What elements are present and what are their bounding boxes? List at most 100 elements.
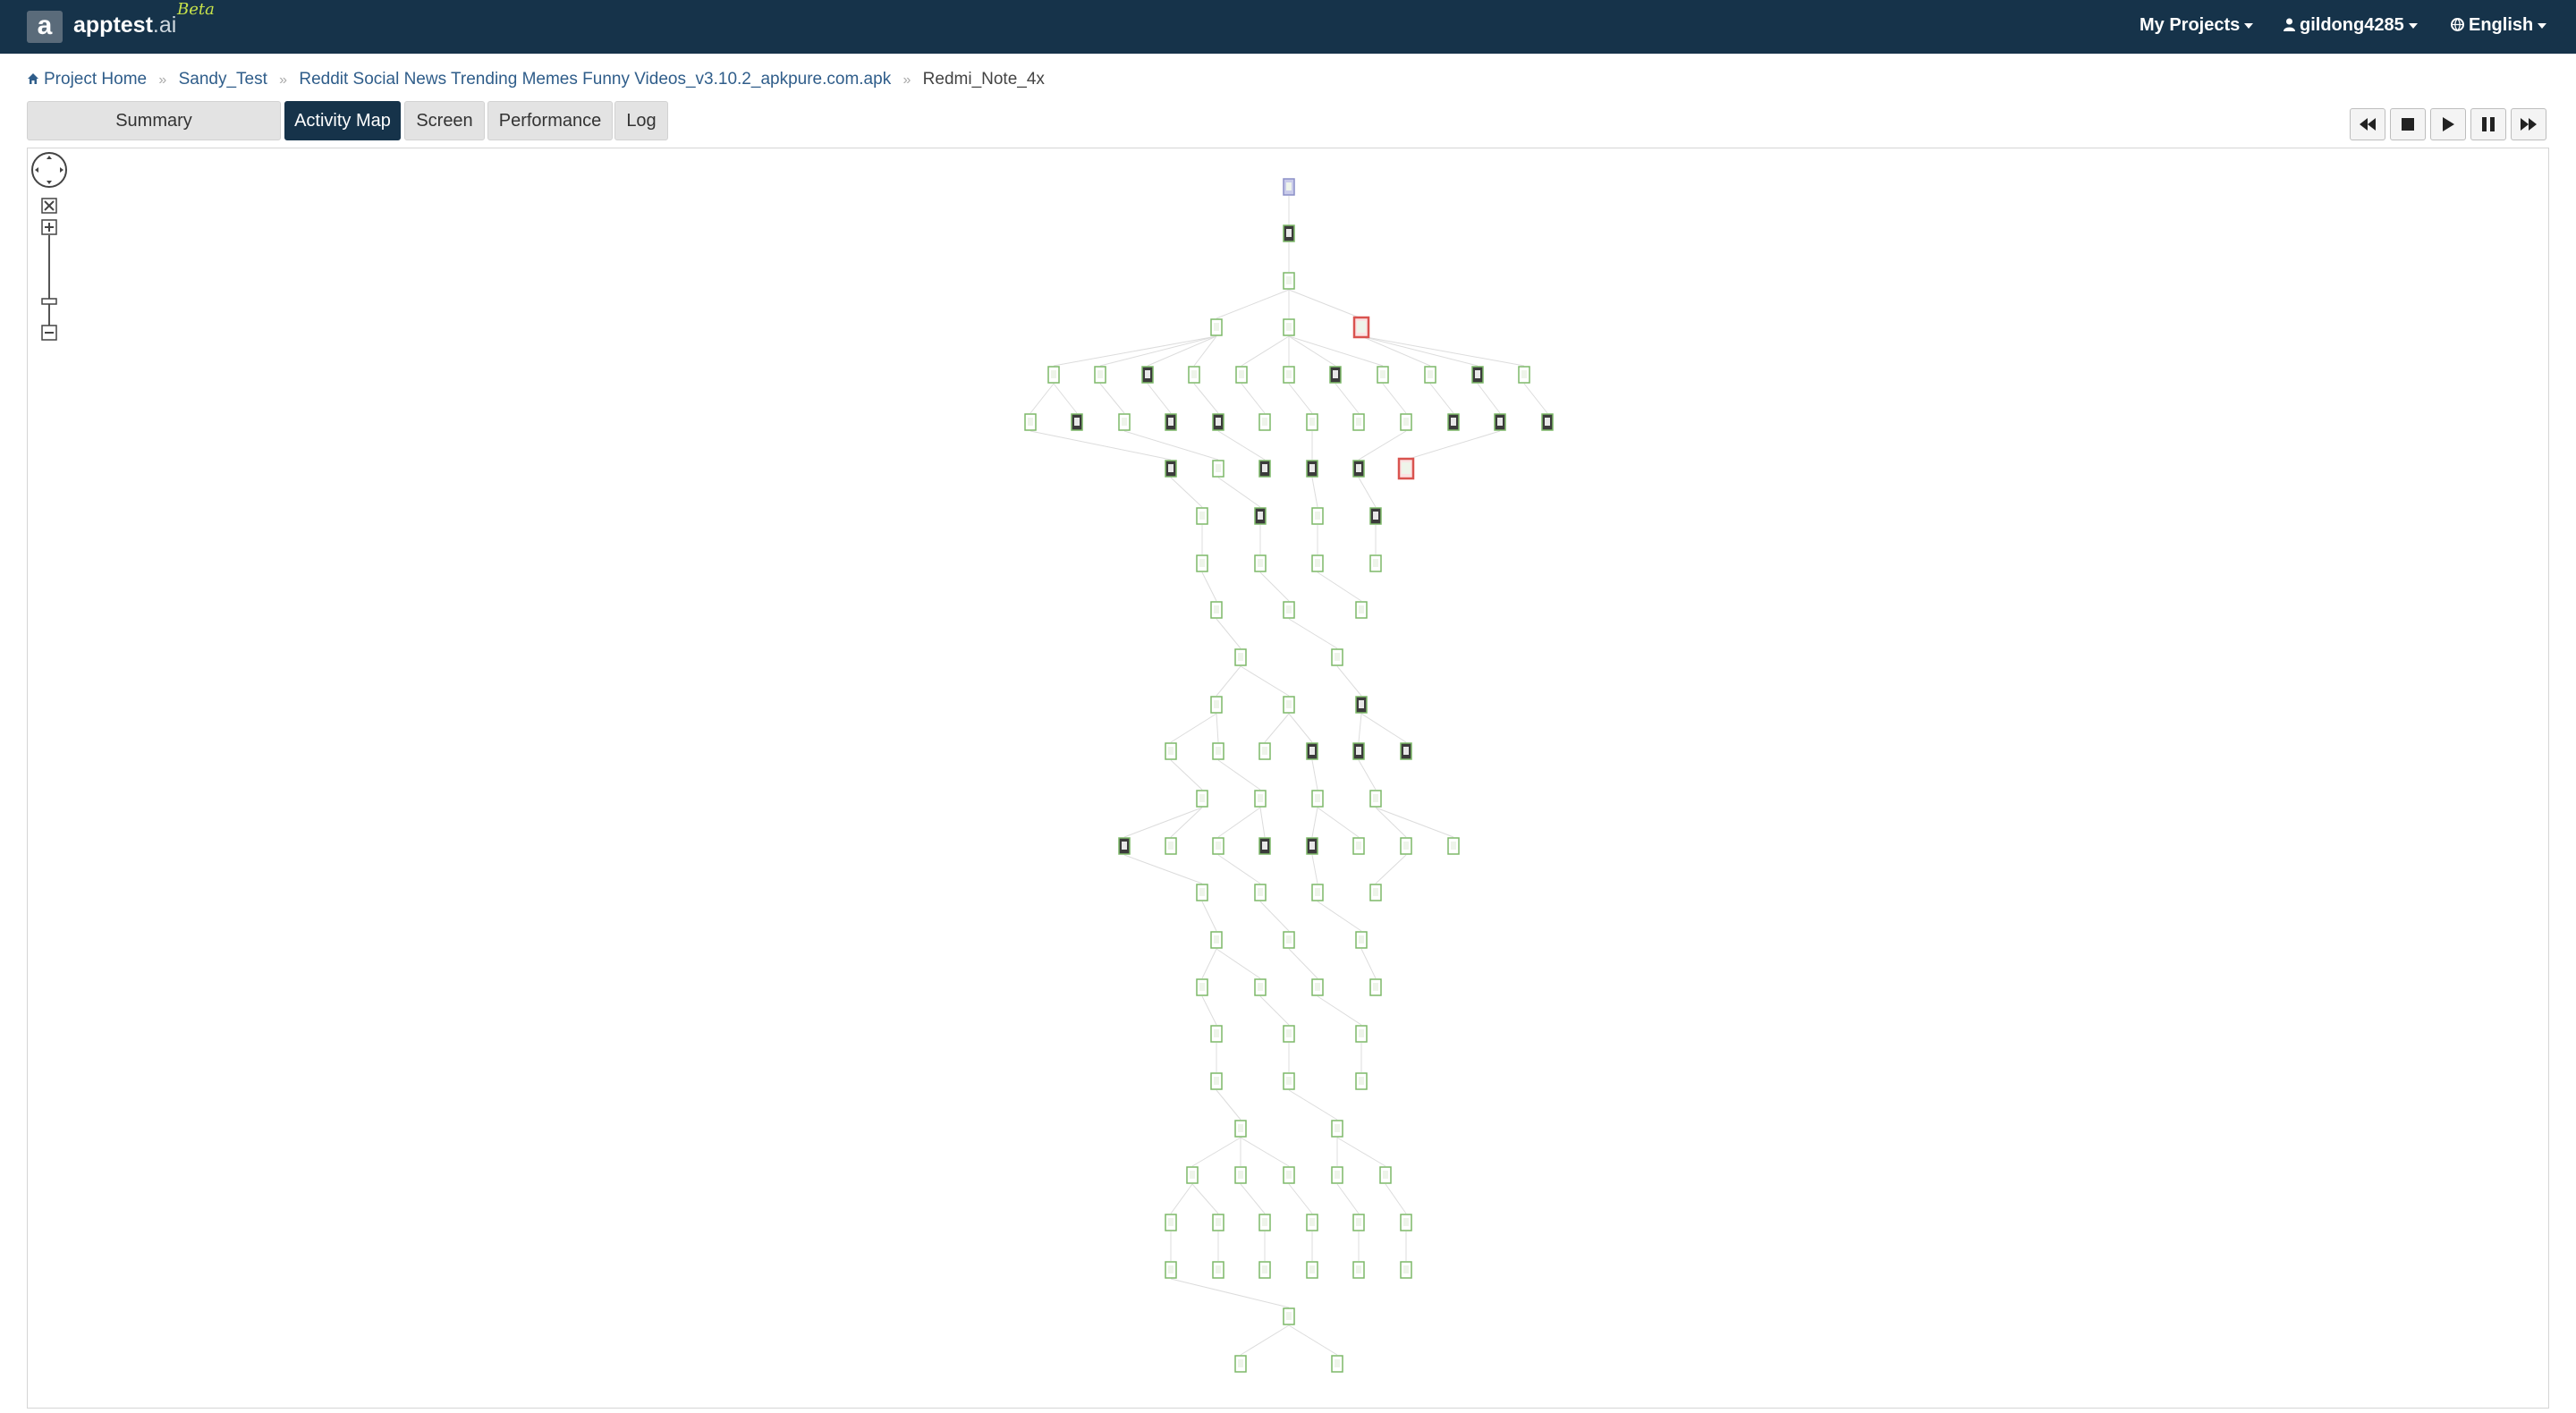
activity-node[interactable] xyxy=(1447,413,1460,431)
activity-node[interactable] xyxy=(1212,742,1224,760)
activity-node[interactable] xyxy=(1212,837,1224,855)
activity-node[interactable] xyxy=(1306,1261,1318,1279)
tab-activity-map[interactable]: Activity Map xyxy=(284,101,401,140)
activity-node[interactable] xyxy=(1258,460,1271,478)
activity-node[interactable] xyxy=(1210,1025,1223,1043)
activity-node[interactable] xyxy=(1355,1025,1368,1043)
activity-node[interactable] xyxy=(1331,1120,1343,1138)
activity-node[interactable] xyxy=(1283,931,1295,949)
breadcrumb-apk[interactable]: Reddit Social News Trending Memes Funny … xyxy=(299,70,891,89)
tab-summary[interactable]: Summary xyxy=(27,101,281,140)
activity-node[interactable] xyxy=(1212,1214,1224,1231)
activity-node[interactable] xyxy=(1447,837,1460,855)
activity-node[interactable] xyxy=(1397,457,1415,480)
activity-node[interactable] xyxy=(1283,178,1295,196)
activity-node[interactable] xyxy=(1235,366,1248,384)
activity-node[interactable] xyxy=(1118,413,1131,431)
activity-node[interactable] xyxy=(1254,554,1267,572)
pause-button[interactable] xyxy=(2470,108,2506,140)
activity-node[interactable] xyxy=(1306,1214,1318,1231)
activity-map-canvas[interactable] xyxy=(27,148,2549,1409)
activity-node[interactable] xyxy=(1196,978,1208,996)
activity-node[interactable] xyxy=(1188,366,1200,384)
activity-node[interactable] xyxy=(1212,413,1224,431)
user-menu[interactable]: gildong4285 xyxy=(2284,15,2418,36)
tab-performance[interactable]: Performance xyxy=(487,101,613,140)
activity-node[interactable] xyxy=(1196,554,1208,572)
activity-node[interactable] xyxy=(1311,507,1324,525)
activity-node[interactable] xyxy=(1331,648,1343,666)
activity-node[interactable] xyxy=(1234,648,1247,666)
play-button[interactable] xyxy=(2430,108,2466,140)
my-projects-menu[interactable]: My Projects xyxy=(2140,15,2254,36)
activity-node[interactable] xyxy=(1234,1355,1247,1373)
activity-node[interactable] xyxy=(1377,366,1389,384)
activity-node[interactable] xyxy=(1352,316,1370,339)
activity-node[interactable] xyxy=(1352,460,1365,478)
activity-node[interactable] xyxy=(1094,366,1106,384)
activity-node[interactable] xyxy=(1369,554,1382,572)
activity-node[interactable] xyxy=(1369,790,1382,808)
activity-node[interactable] xyxy=(1352,837,1365,855)
activity-node[interactable] xyxy=(1494,413,1506,431)
brand-name[interactable]: apptest.ai xyxy=(73,13,176,38)
activity-node[interactable] xyxy=(1258,1261,1271,1279)
activity-node[interactable] xyxy=(1186,1166,1199,1184)
fast-forward-button[interactable] xyxy=(2511,108,2546,140)
activity-node[interactable] xyxy=(1165,413,1177,431)
activity-node[interactable] xyxy=(1369,884,1382,901)
activity-node[interactable] xyxy=(1311,790,1324,808)
activity-node[interactable] xyxy=(1234,1120,1247,1138)
activity-node[interactable] xyxy=(1283,366,1295,384)
activity-node[interactable] xyxy=(1258,742,1271,760)
activity-node[interactable] xyxy=(1400,1214,1412,1231)
activity-node[interactable] xyxy=(1212,1261,1224,1279)
activity-node[interactable] xyxy=(1400,413,1412,431)
activity-node[interactable] xyxy=(1210,601,1223,619)
activity-node[interactable] xyxy=(1283,1307,1295,1325)
activity-node[interactable] xyxy=(1283,1025,1295,1043)
activity-node[interactable] xyxy=(1400,742,1412,760)
activity-node[interactable] xyxy=(1196,884,1208,901)
activity-node[interactable] xyxy=(1254,507,1267,525)
activity-node[interactable] xyxy=(1424,366,1436,384)
breadcrumb-project[interactable]: Sandy_Test xyxy=(179,70,267,89)
activity-node[interactable] xyxy=(1471,366,1484,384)
activity-node[interactable] xyxy=(1210,931,1223,949)
activity-node[interactable] xyxy=(1355,696,1368,714)
activity-node[interactable] xyxy=(1210,318,1223,336)
activity-node[interactable] xyxy=(1254,978,1267,996)
activity-graph[interactable] xyxy=(28,148,2548,1408)
activity-node[interactable] xyxy=(1196,790,1208,808)
activity-node[interactable] xyxy=(1283,696,1295,714)
activity-node[interactable] xyxy=(1355,1072,1368,1090)
activity-node[interactable] xyxy=(1518,366,1530,384)
activity-node[interactable] xyxy=(1352,1261,1365,1279)
activity-node[interactable] xyxy=(1355,601,1368,619)
activity-node[interactable] xyxy=(1311,884,1324,901)
activity-node[interactable] xyxy=(1306,413,1318,431)
activity-node[interactable] xyxy=(1283,224,1295,242)
activity-node[interactable] xyxy=(1071,413,1083,431)
activity-node[interactable] xyxy=(1400,1261,1412,1279)
activity-node[interactable] xyxy=(1165,1261,1177,1279)
activity-node[interactable] xyxy=(1047,366,1060,384)
tab-screen[interactable]: Screen xyxy=(404,101,485,140)
activity-node[interactable] xyxy=(1165,742,1177,760)
activity-node[interactable] xyxy=(1311,554,1324,572)
activity-node[interactable] xyxy=(1196,507,1208,525)
activity-node[interactable] xyxy=(1283,272,1295,290)
activity-node[interactable] xyxy=(1283,1072,1295,1090)
activity-node[interactable] xyxy=(1024,413,1037,431)
activity-node[interactable] xyxy=(1258,837,1271,855)
activity-node[interactable] xyxy=(1329,366,1342,384)
activity-node[interactable] xyxy=(1352,742,1365,760)
activity-node[interactable] xyxy=(1400,837,1412,855)
activity-node[interactable] xyxy=(1306,742,1318,760)
activity-node[interactable] xyxy=(1165,837,1177,855)
activity-node[interactable] xyxy=(1352,1214,1365,1231)
activity-node[interactable] xyxy=(1234,1166,1247,1184)
activity-node[interactable] xyxy=(1331,1355,1343,1373)
stop-button[interactable] xyxy=(2390,108,2426,140)
activity-node[interactable] xyxy=(1283,1166,1295,1184)
